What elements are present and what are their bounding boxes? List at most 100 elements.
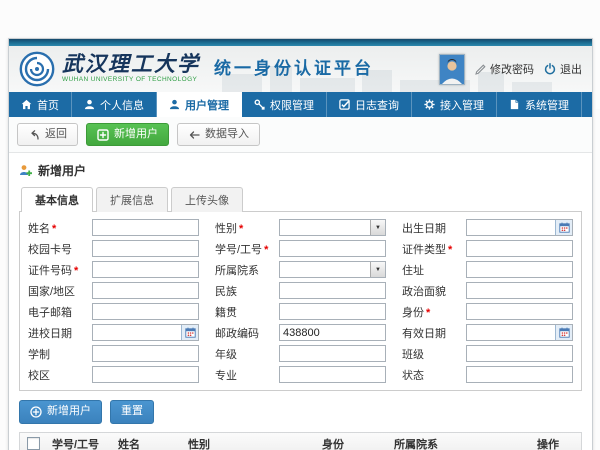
add-user-toolbar-button[interactable]: 新增用户 [86, 123, 169, 146]
field-label: 有效日期 [402, 325, 466, 341]
status-control [466, 366, 573, 383]
ethnicity-field: 民族 [215, 282, 386, 299]
email-input[interactable] [92, 303, 199, 320]
student-staff-id-input[interactable] [279, 240, 386, 257]
field-label: 国家/地区 [28, 283, 92, 299]
political-status-control [466, 282, 573, 299]
nav-item-access-management[interactable]: 接入管理 [412, 92, 497, 117]
field-label: 性别* [215, 220, 279, 236]
name-field: 姓名* [28, 219, 199, 236]
add-user-icon [97, 129, 109, 141]
field-label: 证件类型* [402, 241, 466, 257]
required-asterisk: * [52, 223, 56, 235]
political-status-input[interactable] [466, 282, 573, 299]
status-input[interactable] [466, 366, 573, 383]
column-header-department: 所属院系 [388, 436, 531, 450]
campus-field: 校区 [28, 366, 199, 383]
form-tabs: 基本信息扩展信息上传头像 [19, 187, 582, 212]
grade-input[interactable] [279, 345, 386, 362]
student-staff-id-field: 学号/工号* [215, 240, 386, 257]
platform-title: 统一身份认证平台 [214, 54, 374, 85]
tab-extended-info[interactable]: 扩展信息 [96, 187, 168, 212]
field-label: 状态 [402, 367, 466, 383]
nav-item-system-management[interactable]: 系统管理 [497, 92, 582, 117]
tab-upload-avatar[interactable]: 上传头像 [171, 187, 243, 212]
major-input[interactable] [279, 366, 386, 383]
entry-date-control [92, 324, 199, 341]
identity-control [466, 303, 573, 320]
user-icon [84, 99, 95, 110]
nav-item-profile[interactable]: 个人信息 [72, 92, 157, 117]
gender-dropdown-button[interactable]: ▼ [370, 220, 385, 235]
schooling-length-control [92, 345, 199, 362]
grade-control [279, 345, 386, 362]
required-asterisk: * [74, 265, 78, 277]
nav-item-home[interactable]: 首页 [9, 92, 72, 117]
field-label: 进校日期 [28, 325, 92, 341]
birth-date-field: 出生日期 [402, 219, 573, 236]
ethnicity-input[interactable] [279, 282, 386, 299]
department-dropdown-button[interactable]: ▼ [370, 262, 385, 277]
content-area: 新增用户 基本信息扩展信息上传头像 姓名*性别*▼出生日期校园卡号学号/工号*证… [9, 153, 592, 450]
nav-item-user-management[interactable]: 用户管理 [157, 92, 242, 117]
campus-card-no-control [92, 240, 199, 257]
id-number-input[interactable] [92, 261, 199, 278]
id-type-input[interactable] [466, 240, 573, 257]
university-name-en: WUHAN UNIVERSITY OF TECHNOLOGY [62, 77, 200, 84]
name-input[interactable] [92, 219, 199, 236]
field-label: 校园卡号 [28, 241, 92, 257]
field-label: 籍贯 [215, 304, 279, 320]
field-label: 学制 [28, 346, 92, 362]
submit-add-user-button[interactable]: 新增用户 [19, 400, 102, 423]
nav-item-log-query[interactable]: 日志查询 [327, 92, 412, 117]
basic-info-form: 姓名*性别*▼出生日期校园卡号学号/工号*证件类型*证件号码*所属院系▼住址国家… [19, 211, 582, 391]
campus-input[interactable] [92, 366, 199, 383]
campus-control [92, 366, 199, 383]
entry-date-calendar-button[interactable] [181, 325, 198, 340]
app-window: 武汉理工大学 WUHAN UNIVERSITY OF TECHNOLOGY 统一… [8, 38, 593, 450]
nav-item-subscription-management[interactable]: 订阅管理 [582, 92, 600, 117]
page: 武汉理工大学 WUHAN UNIVERSITY OF TECHNOLOGY 统一… [0, 0, 600, 450]
doc-icon [509, 99, 520, 110]
tab-basic-info[interactable]: 基本信息 [21, 187, 93, 212]
native-place-input[interactable] [279, 303, 386, 320]
reset-button[interactable]: 重置 [110, 400, 154, 423]
schooling-length-field: 学制 [28, 345, 199, 362]
schooling-length-input[interactable] [92, 345, 199, 362]
valid-date-calendar-button[interactable] [555, 325, 572, 340]
identity-input[interactable] [466, 303, 573, 320]
department-control: ▼ [279, 261, 386, 278]
email-field: 电子邮箱 [28, 303, 199, 320]
pencil-icon [475, 64, 486, 75]
native-place-control [279, 303, 386, 320]
country-region-input[interactable] [92, 282, 199, 299]
field-label: 邮政编码 [215, 325, 279, 341]
id-number-control [92, 261, 199, 278]
branding: 武汉理工大学 WUHAN UNIVERSITY OF TECHNOLOGY 统一… [19, 51, 374, 87]
field-label: 出生日期 [402, 220, 466, 236]
political-status-field: 政治面貌 [402, 282, 573, 299]
campus-card-no-input[interactable] [92, 240, 199, 257]
birth-date-calendar-button[interactable] [555, 220, 572, 235]
birth-date-control [466, 219, 573, 236]
major-field: 专业 [215, 366, 386, 383]
field-label: 证件号码* [28, 262, 92, 278]
select-all-checkbox[interactable] [27, 437, 40, 450]
section-title: 新增用户 [38, 162, 86, 179]
column-header-identity: 身份 [316, 436, 388, 450]
nav-item-label: 日志查询 [355, 97, 399, 113]
identity-field: 身份* [402, 303, 573, 320]
nav-item-permission-management[interactable]: 权限管理 [242, 92, 327, 117]
address-input[interactable] [466, 261, 573, 278]
column-header-student-staff-id: 学号/工号 [46, 436, 112, 450]
back-button[interactable]: 返回 [17, 123, 78, 146]
postal-code-input[interactable] [279, 324, 386, 341]
main-nav: 首页个人信息用户管理权限管理日志查询接入管理系统管理订阅管理 [9, 92, 592, 117]
power-icon [544, 63, 556, 75]
gender-control: ▼ [279, 219, 386, 236]
email-control [92, 303, 199, 320]
logout-link[interactable]: 退出 [544, 61, 582, 77]
data-import-button[interactable]: 数据导入 [177, 123, 260, 146]
class-input[interactable] [466, 345, 573, 362]
change-password-link[interactable]: 修改密码 [475, 61, 534, 77]
